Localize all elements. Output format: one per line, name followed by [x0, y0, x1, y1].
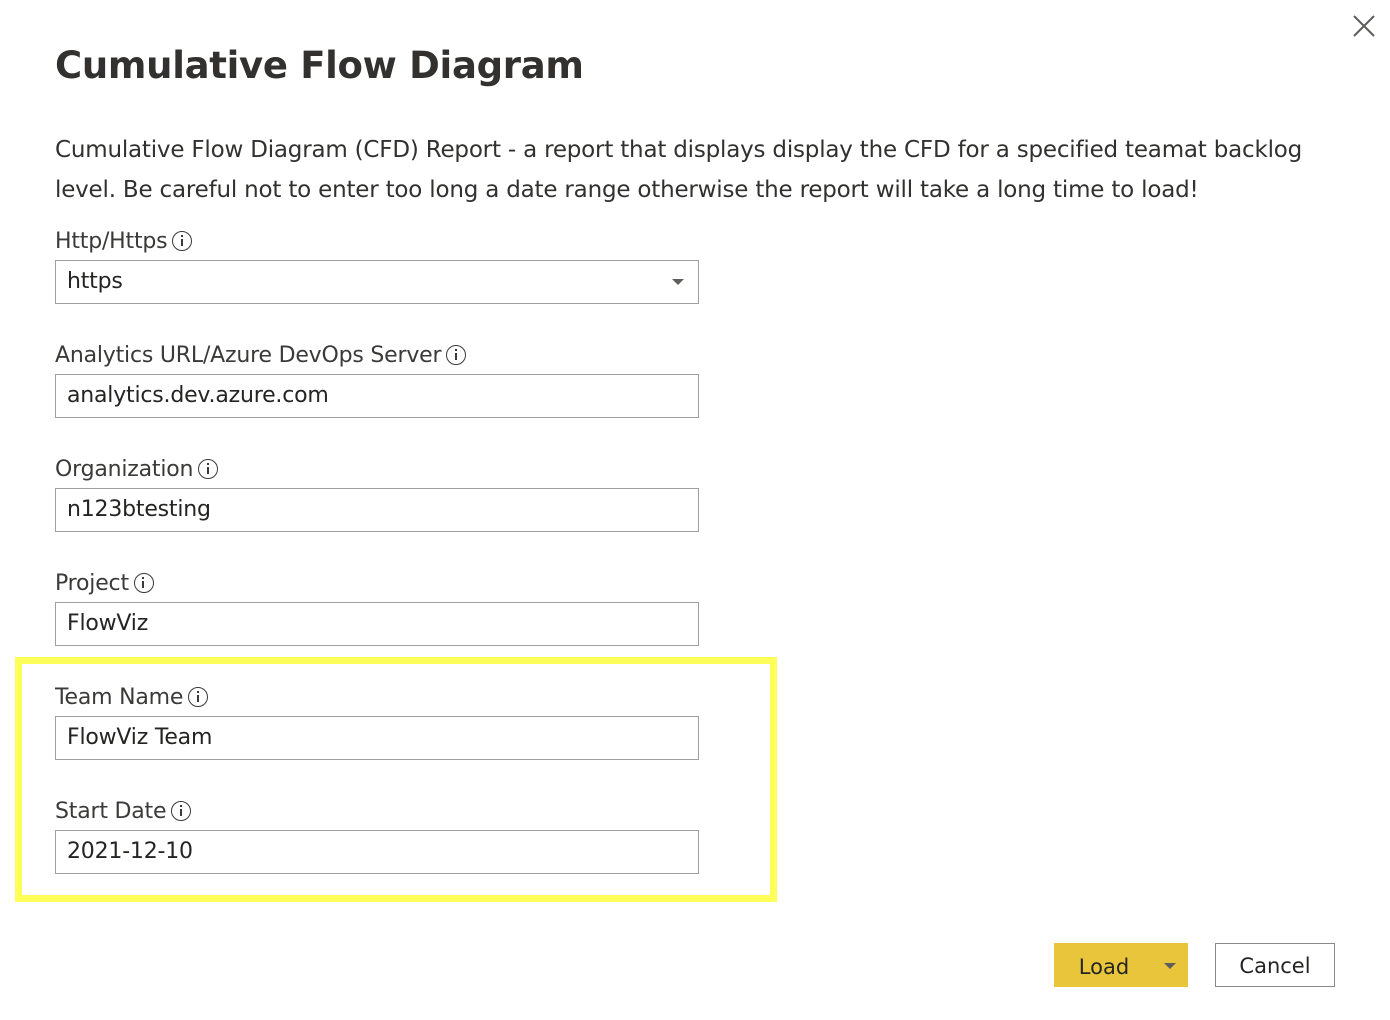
protocol-value: https	[67, 269, 123, 294]
analytics-url-field: Analytics URL/Azure DevOps Server analyt…	[55, 340, 699, 418]
dialog-title: Cumulative Flow Diagram	[55, 44, 584, 87]
highlight-box	[15, 657, 777, 902]
analytics-url-input[interactable]: analytics.dev.azure.com	[55, 374, 699, 418]
load-button-label: Load	[1078, 955, 1130, 979]
chevron-down-icon[interactable]	[1154, 943, 1188, 987]
info-icon[interactable]	[172, 231, 193, 251]
cancel-button[interactable]: Cancel	[1215, 943, 1335, 987]
organization-input[interactable]: n123btesting	[55, 488, 699, 532]
dialog-description: Cumulative Flow Diagram (CFD) Report - a…	[55, 137, 1303, 203]
info-icon[interactable]	[446, 345, 467, 365]
project-field: Project FlowViz	[55, 568, 699, 646]
project-input[interactable]: FlowViz	[55, 602, 699, 646]
close-icon	[1353, 15, 1375, 37]
close-button[interactable]	[1348, 10, 1380, 42]
analytics-url-label: Analytics URL/Azure DevOps Server	[55, 342, 442, 368]
chevron-down-icon[interactable]	[672, 279, 684, 285]
project-label: Project	[55, 570, 129, 596]
protocol-field: Http/Https https	[55, 226, 699, 304]
protocol-dropdown[interactable]: https	[55, 260, 699, 304]
info-icon[interactable]	[133, 573, 154, 593]
protocol-label: Http/Https	[55, 228, 168, 254]
info-icon[interactable]	[198, 459, 219, 479]
organization-label: Organization	[55, 456, 194, 482]
organization-field: Organization n123btesting	[55, 454, 699, 532]
load-button[interactable]: Load	[1054, 943, 1188, 987]
